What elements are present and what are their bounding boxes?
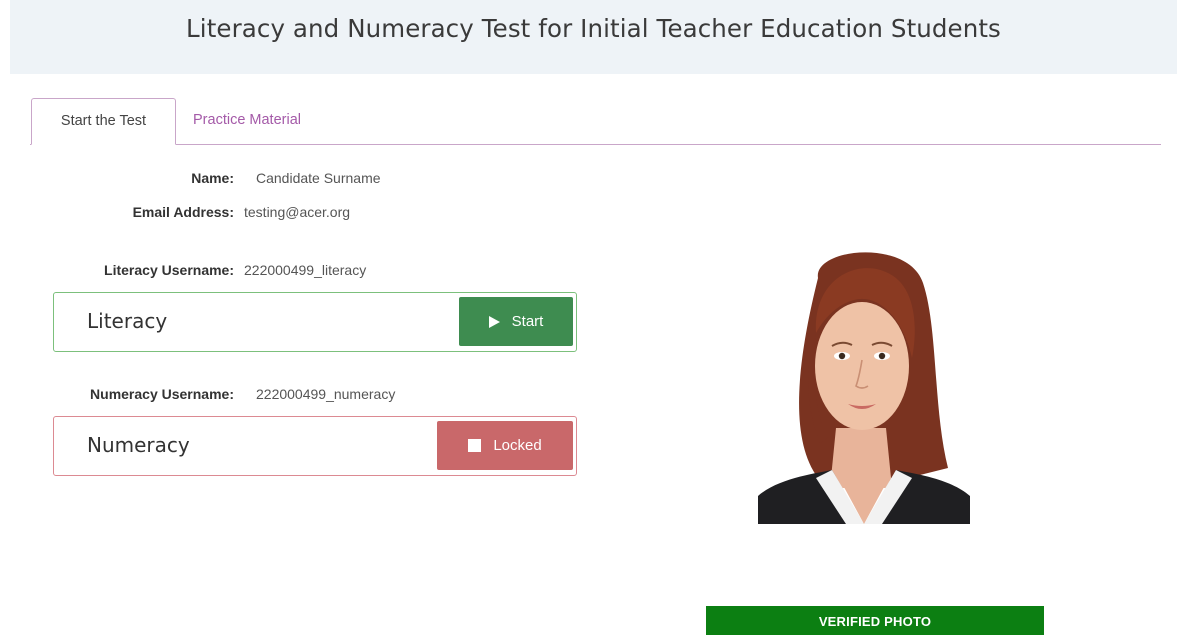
candidate-photo <box>758 238 970 524</box>
name-label: Name: <box>191 170 234 186</box>
literacy-test-name: Literacy <box>87 309 168 333</box>
play-icon <box>488 315 500 328</box>
stop-icon <box>468 439 482 452</box>
numeracy-test-name: Numeracy <box>87 433 190 457</box>
email-value: testing@acer.org <box>244 204 351 220</box>
numeracy-username-value: 222000499_numeracy <box>256 386 396 402</box>
literacy-test-panel: Literacy Start <box>53 292 577 352</box>
start-button-label: Start <box>511 313 544 330</box>
email-label: Email Address: <box>132 204 234 220</box>
numeracy-username-label: Numeracy Username: <box>90 386 234 402</box>
tab-practice-material[interactable]: Practice Material <box>193 98 301 142</box>
literacy-username-label: Literacy Username: <box>104 262 234 278</box>
tab-bar: Start the Test Practice Material <box>30 98 1161 145</box>
verified-photo-banner: VERIFIED PHOTO <box>706 606 1044 635</box>
literacy-username-value: 222000499_literacy <box>244 262 367 278</box>
portrait-image <box>758 252 970 524</box>
numeracy-test-panel: Numeracy Locked <box>53 416 577 476</box>
literacy-start-button[interactable]: Start <box>459 297 573 346</box>
tab-start-the-test[interactable]: Start the Test <box>31 98 176 145</box>
page-title: Literacy and Numeracy Test for Initial T… <box>186 14 1001 43</box>
numeracy-locked-button[interactable]: Locked <box>437 421 573 470</box>
locked-button-label: Locked <box>493 437 542 454</box>
name-value: Candidate Surname <box>256 170 381 186</box>
